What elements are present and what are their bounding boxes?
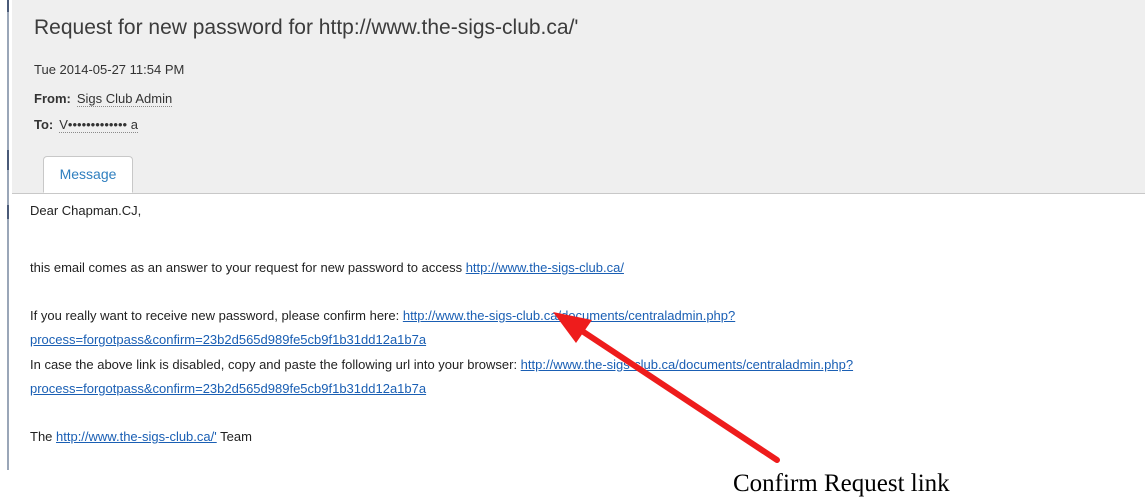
window-left-edge (0, 0, 12, 470)
paragraph-text: In case the above link is disabled, copy… (30, 357, 521, 372)
from-row: From: Sigs Club Admin (34, 91, 173, 107)
signoff-team: Team (216, 429, 252, 444)
signoff-link[interactable]: http://www.the-sigs-club.ca/' (56, 429, 217, 444)
edge-mark (7, 205, 9, 219)
paragraph-confirm: If you really want to receive new passwo… (30, 308, 735, 323)
paragraph-text: this email comes as an answer to your re… (30, 260, 466, 275)
from-label: From: (34, 91, 71, 106)
sender-name[interactable]: Sigs Club Admin (76, 91, 173, 107)
email-reading-pane: Request for new password for http://www.… (0, 0, 1145, 502)
email-date: Tue 2014-05-27 11:54 PM (34, 62, 185, 77)
confirm-link-part-2[interactable]: process=forgotpass&confirm=23b2d565d989f… (30, 332, 426, 347)
confirm-link[interactable]: http://www.the-sigs-club.ca/documents/ce… (403, 308, 735, 323)
email-subject: Request for new password for http://www.… (34, 16, 579, 39)
paragraph-access: this email comes as an answer to your re… (30, 260, 624, 275)
signoff-text: The (30, 429, 57, 444)
signoff: The http://www.the-sigs-club.ca/' Team (30, 429, 252, 444)
greeting: Dear Chapman.CJ, (30, 203, 142, 218)
paragraph-fallback: In case the above link is disabled, copy… (30, 357, 853, 372)
site-link[interactable]: http://www.the-sigs-club.ca/ (466, 260, 624, 275)
paragraph-text: If you really want to receive new passwo… (30, 308, 403, 323)
tab-message[interactable]: Message (43, 156, 133, 193)
fallback-link-continued: process=forgotpass&confirm=23b2d565d989f… (30, 381, 426, 396)
to-label: To: (34, 117, 54, 132)
fallback-link[interactable]: http://www.the-sigs-club.ca/documents/ce… (521, 357, 853, 372)
edge-mark (7, 0, 9, 12)
annotation-label: Confirm Request link (733, 470, 950, 497)
email-header: Request for new password for http://www.… (12, 0, 1145, 194)
to-row: To: V••••••••••••• a (34, 117, 138, 133)
confirm-link-continued: process=forgotpass&confirm=23b2d565d989f… (30, 332, 426, 347)
fallback-link-part-2[interactable]: process=forgotpass&confirm=23b2d565d989f… (30, 381, 426, 396)
edge-mark (7, 150, 9, 170)
arrow-shaft (570, 322, 780, 463)
recipient-name[interactable]: V••••••••••••• a (59, 117, 138, 133)
